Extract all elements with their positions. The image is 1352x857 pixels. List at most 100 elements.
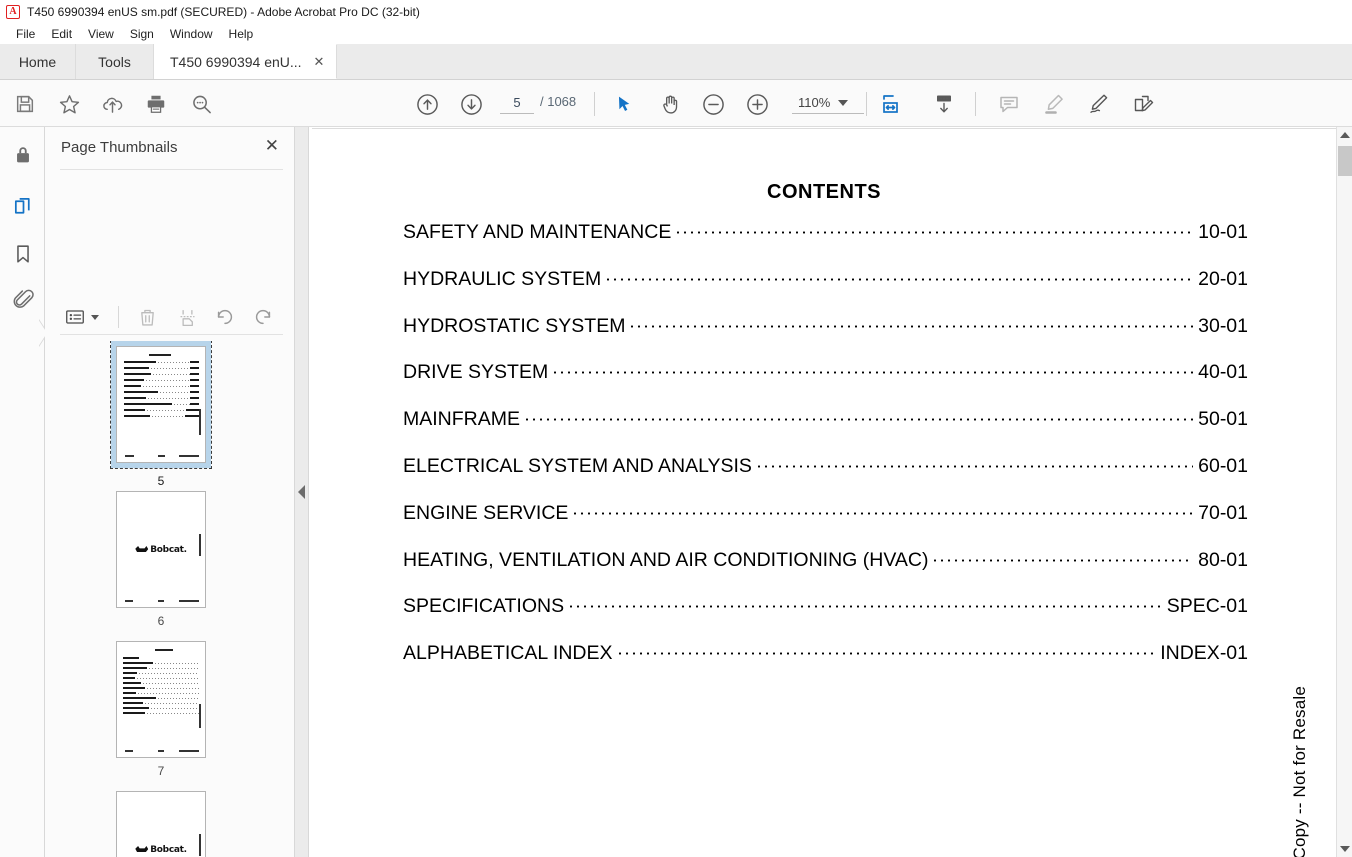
document-view[interactable]: CONTENTS SAFETY AND MAINTENANCE 10-01 HY… <box>309 127 1336 857</box>
collapse-panel-icon[interactable] <box>298 485 305 499</box>
page-total-label: / 1068 <box>540 94 577 109</box>
hand-tool-icon[interactable] <box>657 91 683 117</box>
window-title: T450 6990394 enUS sm.pdf (SECURED) - Ado… <box>27 4 420 19</box>
attachment-icon[interactable] <box>9 285 37 313</box>
toc-entry-label: ENGINE SERVICE <box>403 501 569 524</box>
toc-leader-dots <box>606 276 1194 282</box>
thumbnail-options-icon[interactable] <box>61 303 101 331</box>
thumbnail-selection <box>110 341 212 469</box>
page-number-input[interactable]: 5 <box>500 93 534 114</box>
highlight-icon[interactable] <box>1041 91 1067 117</box>
rotate-ccw-icon[interactable] <box>211 303 239 331</box>
tab-document[interactable]: T450 6990394 enU... ✕ <box>154 44 338 79</box>
toc-entry-label: ALPHABETICAL INDEX <box>403 642 613 665</box>
toolbar-divider-3 <box>975 92 976 116</box>
select-tool-icon[interactable] <box>611 91 637 117</box>
toc-entry: HYDROSTATIC SYSTEM 30-01 <box>403 315 1248 362</box>
table-of-contents: SAFETY AND MAINTENANCE 10-01 HYDRAULIC S… <box>403 221 1248 689</box>
search-icon[interactable] <box>188 91 214 117</box>
tab-tools-label: Tools <box>98 53 131 70</box>
thumbnail-item[interactable]: 5 <box>45 341 277 488</box>
toc-entry: MAINFRAME 50-01 <box>403 408 1248 455</box>
panel-close-icon[interactable]: ✕ <box>265 137 279 154</box>
acrobat-window: A T450 6990394 enUS sm.pdf (SECURED) - A… <box>0 0 1352 857</box>
toc-entry: HEATING, VENTILATION AND AIR CONDITIONIN… <box>403 549 1248 596</box>
thumbnail-list[interactable]: 5 Bobcat. 6 7 Bobcat. <box>45 341 277 857</box>
menu-file[interactable]: File <box>8 25 43 43</box>
zoom-in-icon[interactable] <box>744 91 770 117</box>
toolbar-divider-2 <box>866 92 867 116</box>
toc-entry: ALPHABETICAL INDEX INDEX-01 <box>403 642 1248 689</box>
toc-entry: SPECIFICATIONS SPEC-01 <box>403 595 1248 642</box>
toc-entry-label: MAINFRAME <box>403 408 520 431</box>
toc-entry-page: 80-01 <box>1198 548 1248 571</box>
toc-entry-page: SPEC-01 <box>1166 595 1248 618</box>
delete-pages-icon[interactable] <box>133 303 161 331</box>
cloud-upload-icon[interactable] <box>99 91 125 117</box>
page-thumbnails-icon[interactable] <box>9 193 37 221</box>
thumbnail-item[interactable]: 7 <box>45 641 277 778</box>
edit-pdf-icon[interactable] <box>1130 91 1156 117</box>
security-lock-icon[interactable] <box>9 141 37 169</box>
menu-window[interactable]: Window <box>162 25 221 43</box>
scroll-mode-icon[interactable] <box>931 91 957 117</box>
toc-entry-page: 30-01 <box>1198 314 1248 337</box>
thumbnail-page-image: Bobcat. <box>116 791 206 857</box>
scroll-thumb[interactable] <box>1338 146 1352 176</box>
print-icon[interactable] <box>143 91 169 117</box>
navigation-rail <box>0 127 47 857</box>
tab-tools[interactable]: Tools <box>76 44 154 79</box>
previous-page-icon[interactable] <box>414 91 440 117</box>
fit-width-icon[interactable] <box>878 91 904 117</box>
toc-entry-page: 20-01 <box>1198 267 1248 290</box>
toc-leader-dots <box>933 557 1194 563</box>
toc-entry-page: INDEX-01 <box>1160 642 1248 665</box>
next-page-icon[interactable] <box>458 91 484 117</box>
extract-pages-icon[interactable] <box>173 303 201 331</box>
scroll-up-icon[interactable] <box>1337 127 1352 143</box>
thumbnail-page-image <box>116 641 206 758</box>
toc-entry-label: DRIVE SYSTEM <box>403 361 549 384</box>
menu-edit[interactable]: Edit <box>43 25 80 43</box>
toc-entry: ELECTRICAL SYSTEM AND ANALYSIS 60-01 <box>403 455 1248 502</box>
toc-entry-page: 10-01 <box>1198 221 1248 243</box>
toc-entry: HYDRAULIC SYSTEM 20-01 <box>403 268 1248 315</box>
menu-help[interactable]: Help <box>221 25 262 43</box>
thumbnail-number: 5 <box>157 474 165 488</box>
toc-leader-dots <box>525 417 1194 423</box>
sign-icon[interactable] <box>1085 91 1111 117</box>
zoom-dropdown-caret-icon[interactable] <box>838 100 848 106</box>
title-bar: A T450 6990394 enUS sm.pdf (SECURED) - A… <box>0 0 1352 23</box>
tab-close-icon[interactable]: ✕ <box>314 54 325 70</box>
scroll-down-icon[interactable] <box>1337 841 1352 857</box>
bookmark-icon[interactable] <box>9 240 37 268</box>
panel-splitter[interactable] <box>295 127 309 857</box>
toc-leader-dots <box>569 604 1162 610</box>
menu-sign[interactable]: Sign <box>122 25 162 43</box>
toc-entry: SAFETY AND MAINTENANCE 10-01 <box>403 221 1248 268</box>
thumbnail-number: 6 <box>157 614 165 628</box>
thumbnail-page-image: Bobcat. <box>116 491 206 608</box>
thumbnail-item[interactable]: Bobcat. 6 <box>45 491 277 628</box>
tab-home[interactable]: Home <box>0 44 76 79</box>
toc-entry-page: 50-01 <box>1198 408 1248 431</box>
toc-entry-label: SPECIFICATIONS <box>403 595 565 618</box>
document-scrollbar[interactable] <box>1336 127 1352 857</box>
panel-divider-top <box>60 169 283 170</box>
menu-view[interactable]: View <box>80 25 122 43</box>
toc-entry: DRIVE SYSTEM 40-01 <box>403 361 1248 408</box>
zoom-level-input[interactable]: 110% <box>792 93 864 114</box>
panel-divider-bottom <box>60 334 283 335</box>
toc-leader-dots <box>676 230 1194 235</box>
save-icon[interactable] <box>12 91 38 117</box>
toc-entry-label: SAFETY AND MAINTENANCE <box>403 221 672 243</box>
comment-icon[interactable] <box>996 91 1022 117</box>
thumbnail-item[interactable]: Bobcat. 8 <box>45 791 277 857</box>
toc-leader-dots <box>630 323 1194 329</box>
star-icon[interactable] <box>56 91 82 117</box>
rotate-cw-icon[interactable] <box>249 303 277 331</box>
bobcat-logo: Bobcat. <box>135 845 187 855</box>
toc-entry-page: 70-01 <box>1198 501 1248 524</box>
zoom-out-icon[interactable] <box>700 91 726 117</box>
tab-strip: Home Tools T450 6990394 enU... ✕ <box>0 44 1352 80</box>
